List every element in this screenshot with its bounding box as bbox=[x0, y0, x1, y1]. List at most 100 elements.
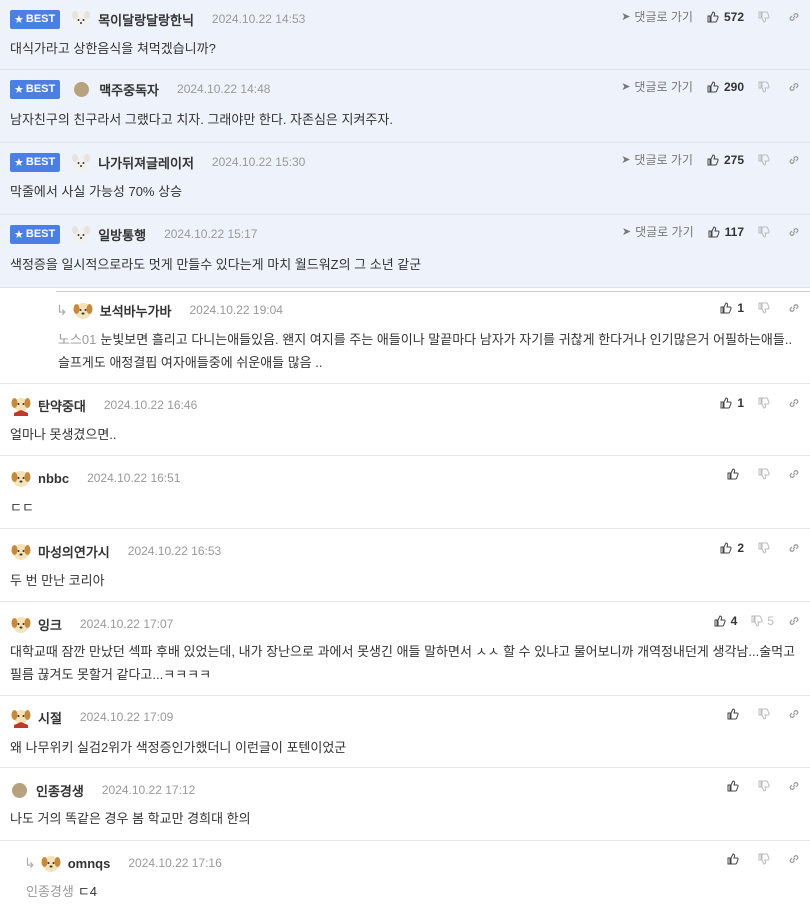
link-icon[interactable] bbox=[788, 81, 800, 93]
nickname[interactable]: 인종경생 bbox=[36, 781, 84, 800]
thumbs-down-icon bbox=[758, 11, 770, 23]
nickname[interactable]: 잉크 bbox=[38, 615, 62, 634]
mention-tag[interactable]: 인종경생 bbox=[26, 884, 74, 899]
comment-date: 2024.10.22 14:53 bbox=[211, 12, 306, 26]
upvote-button[interactable]: 1 bbox=[720, 301, 744, 315]
upvote-button[interactable] bbox=[727, 853, 744, 865]
downvote-button[interactable] bbox=[758, 397, 774, 409]
nickname[interactable]: omnqs bbox=[68, 856, 111, 871]
downvote-button[interactable] bbox=[758, 780, 774, 792]
thumbs-down-icon bbox=[758, 154, 770, 166]
comment-text: 색정증을 일시적으로라도 멋게 만들수 있다는게 마치 월드워Z의 그 소년 같… bbox=[10, 257, 422, 272]
downvote-button[interactable] bbox=[758, 468, 774, 480]
goto-comment-link[interactable]: ➤ 댓글로 가기 bbox=[621, 78, 693, 95]
nickname[interactable]: 마성의연가시 bbox=[38, 542, 110, 561]
upvote-button[interactable]: 572 bbox=[707, 10, 744, 24]
comment-item: nbbc 2024.10.22 16:51 ㄷㄷ bbox=[0, 456, 810, 529]
avatar[interactable] bbox=[10, 613, 32, 635]
comment-reply-item: ↳ omnqs 2024.10.22 17:16 인종경생 ㄷ4 bbox=[0, 841, 810, 909]
nickname[interactable]: 일방통행 bbox=[98, 225, 146, 244]
thumbs-up-icon bbox=[727, 468, 739, 480]
avatar[interactable] bbox=[70, 151, 92, 173]
link-icon[interactable] bbox=[788, 708, 800, 720]
comment-date: 2024.10.22 19:04 bbox=[189, 303, 283, 317]
downvote-button[interactable] bbox=[758, 853, 774, 865]
comment-text: 남자친구의 친구라서 그랬다고 치자. 그래야만 한다. 자존심은 지켜주자. bbox=[10, 112, 393, 127]
comment-text: 나도 거의 똑같은 경우 봄 학교만 경희대 한의 bbox=[10, 811, 251, 826]
thumbs-down-icon bbox=[758, 302, 770, 314]
comment-list: ★ BEST 목이달랑달랑한닉 2024.10.22 14:53 ➤ 댓글로 가기 … bbox=[0, 0, 810, 909]
link-icon[interactable] bbox=[788, 780, 800, 792]
avatar[interactable] bbox=[10, 467, 32, 489]
nickname[interactable]: 목이달랑달랑한닉 bbox=[98, 10, 194, 29]
avatar[interactable] bbox=[72, 299, 94, 321]
link-icon[interactable] bbox=[788, 468, 800, 480]
comment-date: 2024.10.22 16:53 bbox=[127, 544, 222, 558]
downvote-button[interactable] bbox=[758, 226, 774, 238]
goto-comment-link[interactable]: ➤ 댓글로 가기 bbox=[622, 223, 694, 240]
comment-text: 대학교때 잠깐 만났던 섹파 후배 있었는데, 내가 장난으로 과에서 못생긴 … bbox=[10, 644, 796, 682]
upvote-button[interactable] bbox=[727, 708, 744, 720]
avatar[interactable] bbox=[40, 852, 62, 874]
nickname[interactable]: 탄약중대 bbox=[38, 396, 86, 415]
upvote-button[interactable]: 275 bbox=[707, 153, 744, 167]
downvote-button[interactable] bbox=[758, 81, 774, 93]
link-icon[interactable] bbox=[788, 397, 800, 409]
upvote-button[interactable]: 4 bbox=[714, 614, 737, 628]
avatar[interactable] bbox=[70, 223, 92, 245]
comment-date: 2024.10.22 15:30 bbox=[211, 155, 306, 169]
avatar[interactable] bbox=[12, 782, 27, 798]
mention-tag[interactable]: 노스01 bbox=[58, 332, 96, 347]
nickname[interactable]: 시절 bbox=[38, 708, 62, 727]
upvote-button[interactable]: 117 bbox=[708, 225, 744, 239]
link-icon[interactable] bbox=[788, 542, 800, 554]
link-icon[interactable] bbox=[788, 853, 800, 865]
thumbs-down-icon bbox=[758, 397, 770, 409]
thumbs-up-icon bbox=[727, 708, 739, 720]
nickname[interactable]: 보석바누가바 bbox=[100, 301, 172, 320]
avatar[interactable] bbox=[10, 394, 32, 416]
star-icon: ★ bbox=[14, 228, 24, 241]
link-icon[interactable] bbox=[788, 226, 800, 238]
downvote-button[interactable] bbox=[758, 154, 774, 166]
upvote-button[interactable] bbox=[727, 468, 744, 480]
downvote-button[interactable] bbox=[758, 302, 774, 314]
upvote-button[interactable] bbox=[727, 780, 744, 792]
downvote-button[interactable] bbox=[758, 11, 774, 23]
thumbs-down-icon bbox=[758, 853, 770, 865]
thumbs-down-icon bbox=[758, 226, 770, 238]
thumbs-down-icon bbox=[751, 615, 763, 627]
star-icon: ★ bbox=[14, 13, 24, 26]
downvote-button[interactable]: 5 bbox=[751, 614, 774, 628]
upvote-button[interactable]: 290 bbox=[707, 80, 744, 94]
link-icon[interactable] bbox=[788, 615, 800, 627]
goto-comment-link[interactable]: ➤ 댓글로 가기 bbox=[621, 151, 693, 168]
comment-item: 시절 2024.10.22 17:09 왜 나무위키 실검2위가 색정증인가했더… bbox=[0, 696, 810, 768]
nickname[interactable]: nbbc bbox=[38, 471, 69, 486]
link-icon[interactable] bbox=[788, 302, 800, 314]
comment-item: 탄약중대 2024.10.22 16:46 1 얼마나 못생겼으면.. bbox=[0, 384, 810, 456]
nickname[interactable]: 나가뒤져글레이저 bbox=[98, 153, 194, 172]
upvote-button[interactable]: 1 bbox=[720, 396, 744, 410]
upvote-button[interactable]: 2 bbox=[720, 541, 744, 555]
avatar[interactable] bbox=[74, 81, 90, 97]
star-icon: ★ bbox=[14, 156, 24, 169]
avatar[interactable] bbox=[70, 8, 92, 30]
star-icon: ★ bbox=[14, 83, 24, 96]
link-icon[interactable] bbox=[788, 154, 800, 166]
thumbs-up-icon bbox=[707, 10, 719, 23]
comment-date: 2024.10.22 17:09 bbox=[79, 710, 174, 724]
downvote-button[interactable] bbox=[758, 542, 774, 554]
avatar[interactable] bbox=[10, 706, 32, 728]
downvote-button[interactable] bbox=[758, 708, 774, 720]
comment-item: ★ BEST 맥주중독자 2024.10.22 14:48 ➤ 댓글로 가기 290… bbox=[0, 70, 810, 143]
link-icon[interactable] bbox=[788, 11, 800, 23]
comment-date: 2024.10.22 16:46 bbox=[103, 398, 198, 412]
comment-item: 잉크 2024.10.22 17:07 4 5 대학교때 잠깐 만났던 섹파 후… bbox=[0, 602, 810, 696]
nickname[interactable]: 맥주중독자 bbox=[99, 80, 159, 99]
thumbs-down-icon bbox=[758, 468, 770, 480]
avatar[interactable] bbox=[10, 540, 32, 562]
comment-reply-item: ↳ 보석바누가바 2024.10.22 19:04 1 노스01 눈빛보면 흘리고… bbox=[0, 288, 810, 384]
comment-text: 막줄에서 사실 가능성 70% 상승 bbox=[10, 184, 183, 199]
goto-comment-link[interactable]: ➤ 댓글로 가기 bbox=[621, 8, 693, 25]
